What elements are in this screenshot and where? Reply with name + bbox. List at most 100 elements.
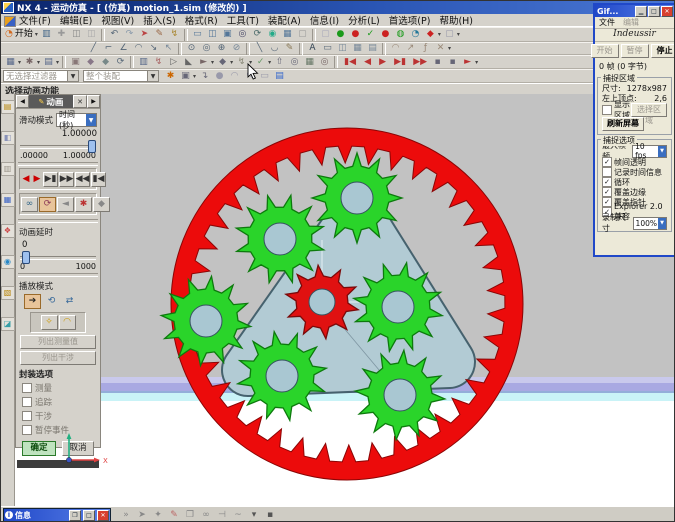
slider-thumb[interactable] xyxy=(88,140,96,153)
toolbar-icon[interactable]: ◔ xyxy=(408,28,423,41)
start-menu-button[interactable]: ◔开始 xyxy=(3,28,35,41)
list-interference-button[interactable]: 列出干涉 xyxy=(20,351,96,365)
menu-item[interactable]: 分析(L) xyxy=(348,13,380,27)
toolbar-icon[interactable]: ❖ xyxy=(1,224,15,238)
step-forward-button[interactable]: ▶▮ xyxy=(43,172,58,187)
toolbar-icon[interactable]: ◫ xyxy=(84,28,99,41)
dropdown-arrow-icon[interactable]: ▾ xyxy=(35,31,38,38)
toolbar-icon[interactable]: A xyxy=(305,42,320,55)
menu-item[interactable]: 帮助(H) xyxy=(439,13,473,27)
menu-item[interactable]: 插入(S) xyxy=(143,13,175,27)
toolbar-icon[interactable]: ◀ xyxy=(360,56,375,69)
dropdown-arrow-icon[interactable]: ▾ xyxy=(249,59,252,66)
chevron-down-icon[interactable]: ▼ xyxy=(86,114,96,126)
toolbar-icon[interactable]: ◆ xyxy=(83,56,98,69)
toolbar-icon[interactable]: ● xyxy=(333,28,348,41)
toolbar-icon[interactable]: ~ xyxy=(232,509,244,522)
time-slider[interactable] xyxy=(20,140,96,151)
toolbar-icon[interactable]: ▥ xyxy=(136,56,151,69)
checkbox-icon[interactable]: ✓ xyxy=(602,187,612,197)
toolbar-icon[interactable]: ⟳ xyxy=(113,56,128,69)
list-measurements-button[interactable]: 列出测量值 xyxy=(20,335,96,349)
planet-bore[interactable] xyxy=(264,223,296,255)
toolbar-icon[interactable]: ► xyxy=(460,56,475,69)
dropdown-arrow-icon[interactable]: ▾ xyxy=(18,59,21,66)
restore-button[interactable]: ❐ xyxy=(69,510,81,521)
toolbar-icon[interactable]: ↯ xyxy=(167,28,182,41)
toolbar-icon[interactable]: ⟳ xyxy=(250,28,265,41)
toolbar-icon[interactable]: ↖ xyxy=(161,42,176,55)
close-button[interactable]: ✕ xyxy=(661,6,673,17)
checkbox-icon[interactable] xyxy=(22,383,32,393)
menu-item[interactable]: 首选项(P) xyxy=(389,13,431,27)
menu-item[interactable]: 信息(I) xyxy=(310,13,339,27)
dropdown-arrow-icon[interactable]: ▾ xyxy=(438,31,441,38)
menu-item[interactable]: 编辑(E) xyxy=(60,13,92,27)
toolbar-icon[interactable]: ▶▶ xyxy=(410,56,430,69)
checkbox-icon[interactable]: ✓ xyxy=(602,177,612,187)
toolbar-icon[interactable]: ⊙ xyxy=(184,42,199,55)
toolbar-icon[interactable]: ➤ xyxy=(137,28,152,41)
dropdown-arrow-icon[interactable]: ▾ xyxy=(56,59,59,66)
selection-scope-combo[interactable]: 整个装配 ▼ xyxy=(83,70,159,82)
fast-forward-button[interactable]: ▶▶ xyxy=(59,172,74,187)
toolbar-icon[interactable]: ◧ xyxy=(1,131,15,145)
toolbar-icon[interactable]: ✎ xyxy=(168,509,180,522)
toolbar-icon[interactable]: ▣ xyxy=(178,70,193,83)
toolbar-icon[interactable]: ▧ xyxy=(1,286,15,300)
toolbar-icon[interactable]: ◫ xyxy=(69,28,84,41)
chevron-down-icon[interactable]: ▼ xyxy=(67,71,78,81)
capture-option[interactable]: ✓覆盖边缘 xyxy=(600,187,669,197)
toolbar-icon[interactable]: ▤ xyxy=(41,56,56,69)
toolbar-icon[interactable]: ▦ xyxy=(3,56,18,69)
toolbar-icon[interactable]: ◣ xyxy=(181,56,196,69)
toolbar-icon[interactable]: ◫ xyxy=(335,42,350,55)
packaging-option[interactable]: 干涉 xyxy=(16,409,100,423)
toolbar-icon[interactable]: ↖ xyxy=(242,70,257,83)
info-window-minimized[interactable]: i 信息 ❐ □ ✕ xyxy=(3,508,111,522)
toolbar-icon[interactable]: ◎ xyxy=(235,28,250,41)
cancel-button[interactable]: 取消 xyxy=(62,441,94,456)
record-size-select[interactable]: 100% ▼ xyxy=(633,217,667,230)
toolbar-icon[interactable]: ● xyxy=(378,28,393,41)
menu-item[interactable]: 格式(R) xyxy=(185,13,218,27)
close-button[interactable]: ✕ xyxy=(97,510,109,521)
toolbar-icon[interactable]: ◎ xyxy=(199,42,214,55)
animation-export-icon[interactable]: ⟳ xyxy=(39,197,56,212)
checkbox-icon[interactable] xyxy=(22,397,32,407)
toolbar-icon[interactable]: ⌐ xyxy=(101,42,116,55)
fps-select[interactable]: 10 fps ▼ xyxy=(632,145,667,158)
dropdown-arrow-icon[interactable]: ▾ xyxy=(230,59,233,66)
stop-capture-button[interactable]: 停止 xyxy=(651,44,675,58)
toolbar-icon[interactable]: ⊘ xyxy=(229,42,244,55)
dropdown-arrow-icon[interactable]: ▾ xyxy=(475,59,478,66)
reciprocate-mode-button[interactable]: ⇄ xyxy=(62,295,77,308)
checkbox-icon[interactable] xyxy=(22,411,32,421)
toolbar-icon[interactable]: ∞ xyxy=(200,509,212,522)
toolbar-icon[interactable]: ∠ xyxy=(116,42,131,55)
toolbar-icon[interactable]: ▦ xyxy=(280,28,295,41)
toolbar-icon[interactable]: ▦ xyxy=(1,193,15,207)
toolbar-icon[interactable]: ▢ xyxy=(295,28,310,41)
checkbox-icon[interactable] xyxy=(602,167,612,177)
minimize-button[interactable]: ▁ xyxy=(635,6,647,17)
toolbar-icon[interactable]: ↶ xyxy=(107,28,122,41)
toolbar-icon[interactable]: ✱ xyxy=(22,56,37,69)
toolbar-icon[interactable]: ⇧ xyxy=(272,56,287,69)
ok-button[interactable]: 确定 xyxy=(22,441,56,456)
toolbar-icon[interactable]: ◠ xyxy=(388,42,403,55)
planet-bore[interactable] xyxy=(266,360,298,392)
toolbar-icon[interactable]: ✚ xyxy=(54,28,69,41)
checkbox-icon[interactable] xyxy=(22,425,32,435)
toolbar-icon[interactable]: ✎ xyxy=(282,42,297,55)
toolbar-icon[interactable]: ◍ xyxy=(393,28,408,41)
toolbar-icon[interactable]: ◠ xyxy=(227,70,242,83)
tab-scroll-left-button[interactable]: ◀ xyxy=(16,95,29,108)
toolbar-icon[interactable]: ╲ xyxy=(252,42,267,55)
toolbar-icon[interactable]: ● xyxy=(212,70,227,83)
toolbar-icon[interactable]: ↘ xyxy=(146,42,161,55)
maximize-button[interactable]: □ xyxy=(648,6,660,17)
toolbar-icon[interactable]: ✓ xyxy=(363,28,378,41)
packaging-option[interactable]: 追踪 xyxy=(16,395,100,409)
toolbar-icon[interactable]: ╱ xyxy=(86,42,101,55)
